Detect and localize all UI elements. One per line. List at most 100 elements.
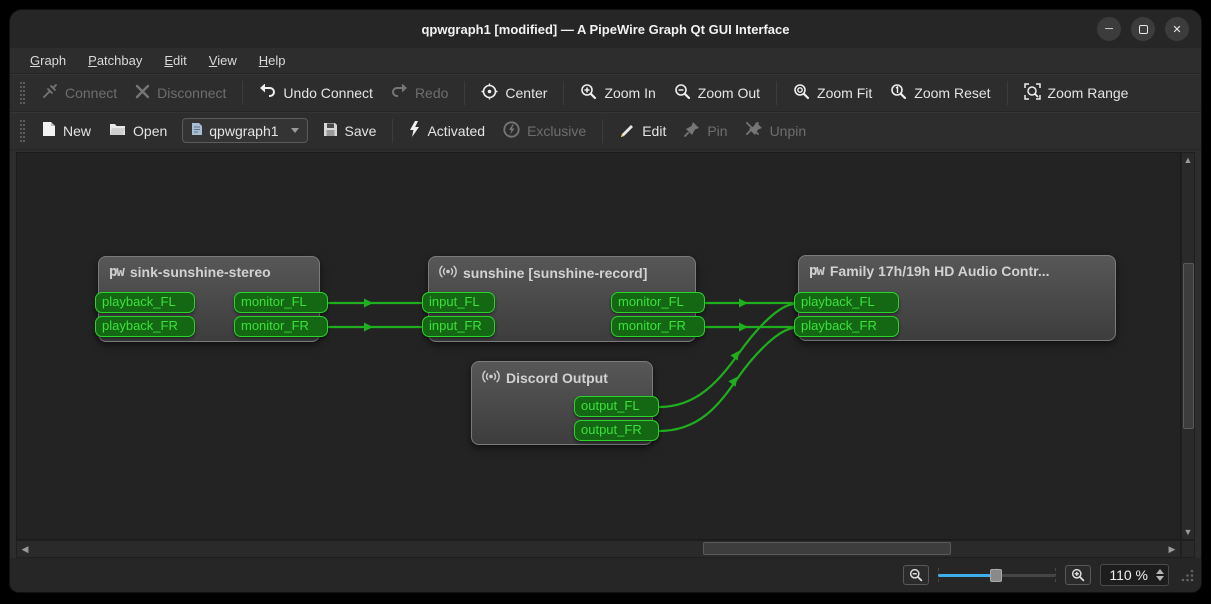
zoom-slider-fill	[938, 574, 994, 577]
node-title-text: sink-sunshine-stereo	[130, 264, 271, 280]
menu-view[interactable]: View	[199, 50, 247, 71]
toolbar-drag-handle[interactable]	[20, 82, 25, 104]
center-button[interactable]: Center	[472, 78, 556, 108]
zoom-slider-handle[interactable]	[990, 569, 1002, 582]
toolbar-separator	[464, 81, 465, 105]
pipewire-icon: pw	[109, 264, 124, 280]
graph-canvas[interactable]: pw sink-sunshine-stereo playback_FL play…	[16, 152, 1181, 540]
spin-up-icon[interactable]	[1156, 569, 1164, 574]
port-discord-output-fl[interactable]: output_FL	[574, 396, 659, 417]
close-button[interactable]: ✕	[1165, 17, 1189, 41]
zoom-fit-button[interactable]: Zoom Fit	[784, 78, 881, 108]
titlebar[interactable]: qpwgraph1 [modified] — A PipeWire Graph …	[10, 10, 1201, 48]
node-header: pw sink-sunshine-stereo	[99, 257, 319, 284]
scroll-left-icon[interactable]: ◀	[17, 541, 33, 557]
toolbar-separator	[242, 81, 243, 105]
node-header: Discord Output	[472, 362, 652, 391]
zoom-percent-spinbox[interactable]: 110 %	[1100, 564, 1169, 586]
port-sunshine-input-fr[interactable]: input_FR	[422, 316, 495, 337]
pin-button[interactable]: Pin	[675, 116, 736, 145]
vertical-scrollbar[interactable]: ▲ ▼	[1181, 152, 1195, 540]
maximize-button[interactable]	[1131, 17, 1155, 41]
connection-wires	[17, 153, 1181, 540]
toolbar-separator	[1007, 81, 1008, 105]
connect-button[interactable]: Connect	[33, 78, 126, 107]
port-family-playback-fr[interactable]: playback_FR	[794, 316, 899, 337]
toolbar-drag-handle[interactable]	[20, 120, 25, 142]
port-sink-monitor-fl[interactable]: monitor_FL	[234, 292, 328, 313]
patchbay-file-icon	[191, 122, 203, 139]
center-icon	[481, 83, 498, 103]
new-file-icon	[42, 121, 56, 140]
statusbar: 110 %	[10, 558, 1201, 592]
port-discord-output-fr[interactable]: output_FR	[574, 420, 659, 441]
patchbay-selector-value: qpwgraph1	[209, 123, 278, 139]
toolbar-separator	[776, 81, 777, 105]
vertical-scrollbar-thumb[interactable]	[1183, 263, 1194, 429]
maximize-icon	[1139, 25, 1148, 34]
port-sink-monitor-fr[interactable]: monitor_FR	[234, 316, 328, 337]
menu-edit[interactable]: Edit	[154, 50, 196, 71]
zoom-out-button[interactable]: Zoom Out	[665, 78, 769, 108]
save-icon	[323, 122, 338, 140]
undo-connect-button[interactable]: Undo Connect	[250, 79, 382, 107]
connect-icon	[42, 83, 58, 102]
port-sunshine-input-fl[interactable]: input_FL	[422, 292, 495, 313]
port-sink-playback-fl[interactable]: playback_FL	[95, 292, 195, 313]
exclusive-button[interactable]: Exclusive	[494, 116, 595, 146]
toolbar-separator	[602, 119, 603, 143]
toolbar-separator	[392, 119, 393, 143]
zoom-reset-button[interactable]: Zoom Reset	[881, 78, 999, 108]
menu-graph[interactable]: Graph	[20, 50, 76, 71]
chevron-down-icon	[291, 128, 299, 133]
spinbox-arrows[interactable]	[1154, 569, 1166, 581]
port-sunshine-monitor-fl[interactable]: monitor_FL	[611, 292, 705, 313]
node-title-text: Discord Output	[506, 370, 608, 386]
zoom-in-button[interactable]: Zoom In	[571, 78, 664, 108]
node-header: sunshine [sunshine-record]	[429, 257, 695, 286]
horizontal-scrollbar-thumb[interactable]	[703, 542, 951, 555]
scrollbar-corner	[1181, 540, 1195, 558]
node-title-text: Family 17h/19h HD Audio Contr...	[830, 263, 1050, 279]
disconnect-icon	[135, 84, 150, 102]
save-button[interactable]: Save	[314, 117, 386, 145]
zoom-range-icon	[1024, 83, 1041, 103]
unpin-button[interactable]: Unpin	[737, 116, 816, 145]
redo-icon	[391, 84, 408, 102]
menu-patchbay[interactable]: Patchbay	[78, 50, 152, 71]
zoom-in-icon	[1071, 568, 1085, 582]
statusbar-zoom-in-button[interactable]	[1065, 565, 1091, 585]
stream-icon	[439, 264, 457, 282]
port-family-playback-fl[interactable]: playback_FL	[794, 292, 899, 313]
scroll-up-icon[interactable]: ▲	[1181, 153, 1195, 167]
zoom-reset-icon	[890, 83, 907, 103]
horizontal-scrollbar[interactable]: ◀ ▶	[16, 540, 1181, 558]
statusbar-zoom-out-button[interactable]	[903, 565, 929, 585]
open-button[interactable]: Open	[100, 117, 176, 144]
close-icon: ✕	[1172, 23, 1181, 36]
scroll-right-icon[interactable]: ▶	[1164, 541, 1180, 557]
edit-button[interactable]: Edit	[610, 116, 675, 145]
minimize-icon: ─	[1105, 23, 1113, 35]
patchbay-selector[interactable]: qpwgraph1	[182, 118, 307, 143]
menu-help[interactable]: Help	[249, 50, 296, 71]
pin-icon	[684, 121, 700, 140]
minimize-button[interactable]: ─	[1097, 17, 1121, 41]
menubar: Graph Patchbay Edit View Help	[10, 48, 1201, 74]
activated-button[interactable]: Activated	[400, 116, 494, 145]
activated-bolt-icon	[409, 121, 420, 140]
scroll-down-icon[interactable]: ▼	[1181, 525, 1195, 539]
zoom-slider[interactable]	[938, 567, 1056, 583]
port-sink-playback-fr[interactable]: playback_FR	[95, 316, 195, 337]
zoom-range-button[interactable]: Zoom Range	[1015, 78, 1138, 108]
toolbar-separator	[563, 81, 564, 105]
open-folder-icon	[109, 122, 126, 139]
new-button[interactable]: New	[33, 116, 100, 145]
disconnect-button[interactable]: Disconnect	[126, 79, 235, 107]
zoom-in-icon	[580, 83, 597, 103]
port-sunshine-monitor-fr[interactable]: monitor_FR	[611, 316, 705, 337]
unpin-icon	[746, 121, 763, 140]
resize-grip[interactable]	[1180, 568, 1195, 583]
redo-button[interactable]: Redo	[382, 79, 457, 107]
spin-down-icon[interactable]	[1156, 576, 1164, 581]
